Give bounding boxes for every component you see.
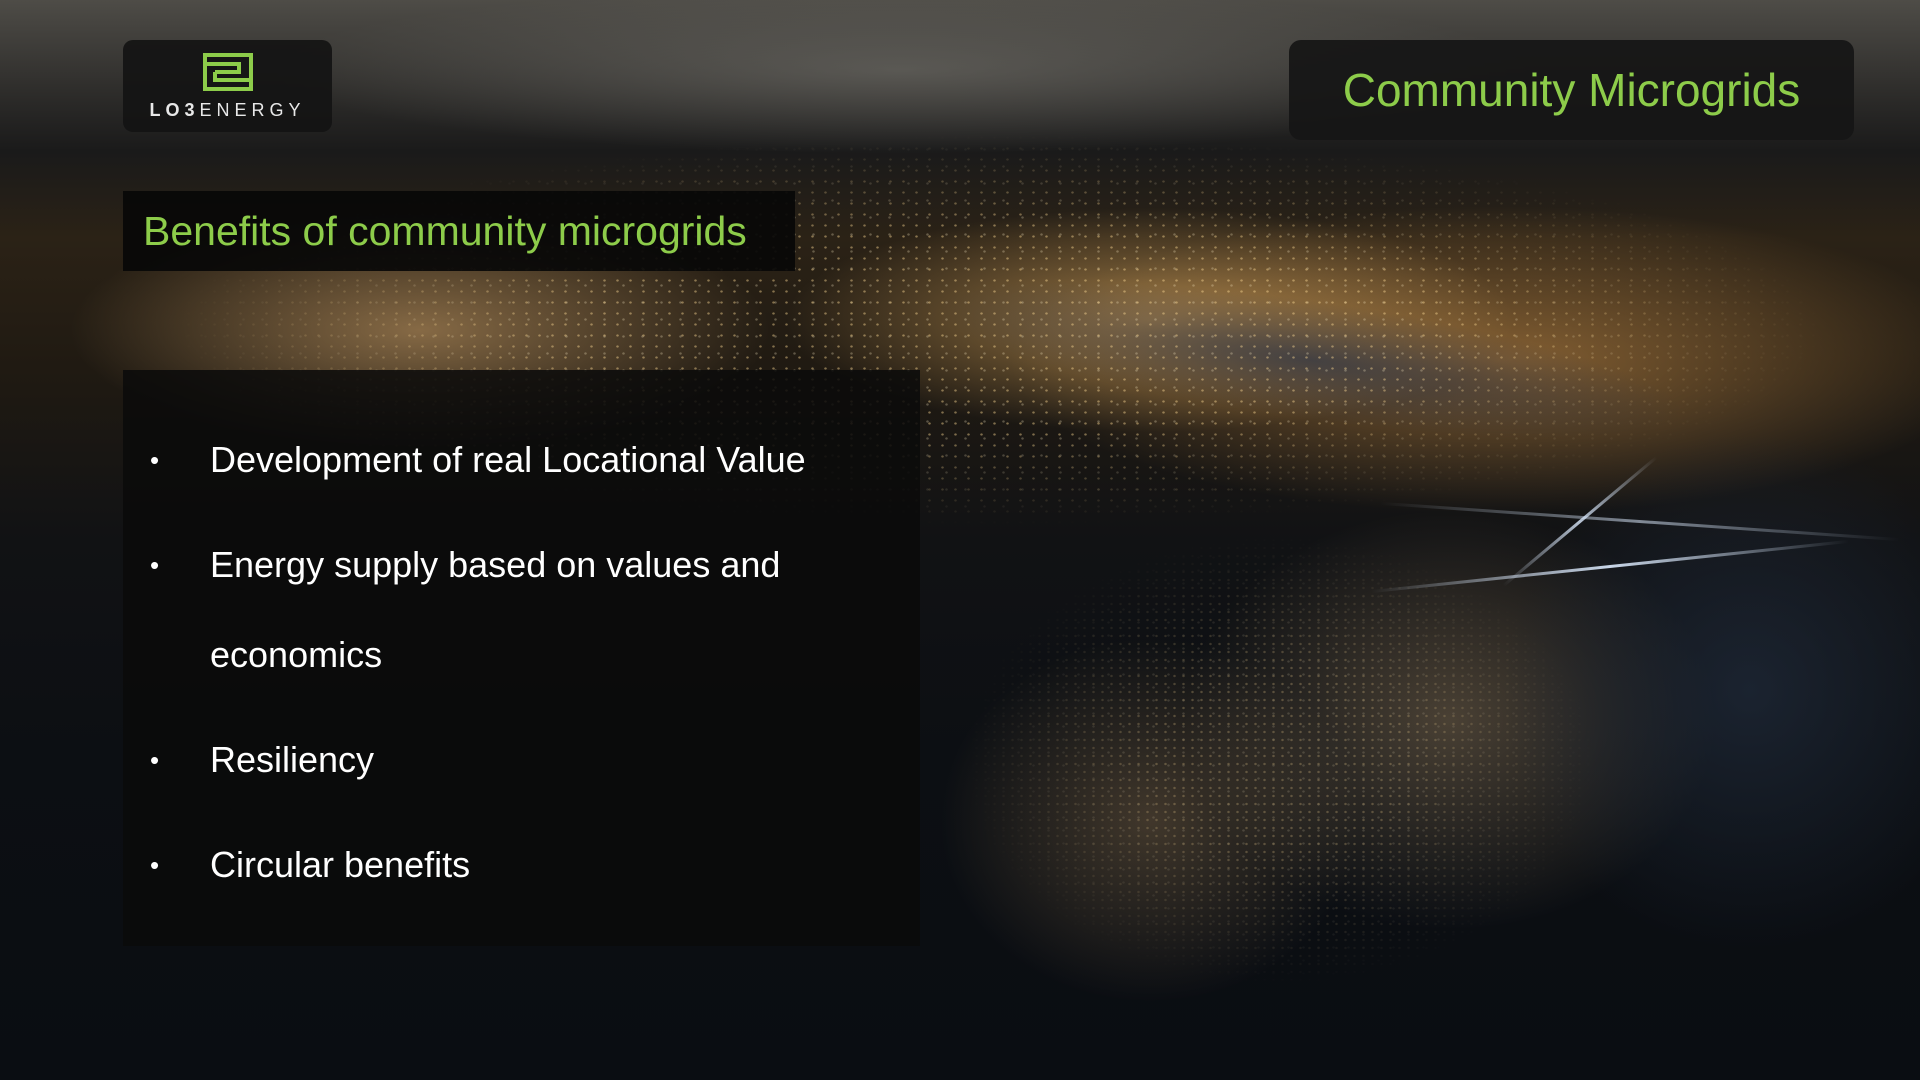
logo-wordmark: LO3ENERGY xyxy=(149,100,305,121)
background-bridge xyxy=(1371,539,1849,594)
section-subtitle: Benefits of community microgrids xyxy=(143,207,747,254)
title-panel: Community Microgrids xyxy=(1289,40,1854,140)
bullet-text: Energy supply based on values and xyxy=(210,544,781,585)
background-river xyxy=(925,247,1695,473)
bullet-icon: • xyxy=(150,445,160,475)
background-bay xyxy=(1500,430,1920,950)
logo-wordmark-bold: LO3 xyxy=(149,99,200,120)
bullet-text: Development of real Locational Value xyxy=(210,439,806,480)
logo-wordmark-rest: ENERGY xyxy=(199,99,306,120)
bullet-icon: • xyxy=(150,850,160,880)
subtitle-panel: Benefits of community microgrids xyxy=(123,191,795,271)
lo3-logo-mark-icon xyxy=(202,52,253,91)
slide: LO3ENERGY Community Microgrids Benefits … xyxy=(0,0,1920,1080)
bullet-list-panel: • Development of real Locational Value •… xyxy=(123,370,920,946)
bullet-icon: • xyxy=(150,550,160,580)
page-title: Community Microgrids xyxy=(1342,64,1801,116)
company-logo: LO3ENERGY xyxy=(123,40,332,132)
background-bridge xyxy=(1380,501,1900,542)
background-bridge xyxy=(1502,456,1658,587)
bullet-icon: • xyxy=(150,745,160,775)
bullet-text: Resiliency xyxy=(210,739,375,780)
bullet-text: Circular benefits xyxy=(210,844,471,885)
bullet-text: economics xyxy=(210,634,383,675)
